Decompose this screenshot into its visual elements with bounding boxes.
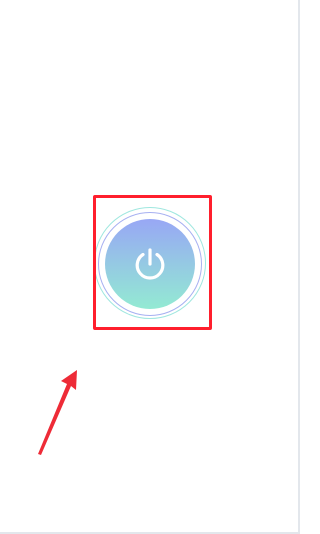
app-screen <box>0 0 300 534</box>
screen-edge-right <box>298 0 300 534</box>
highlight-box <box>93 195 212 330</box>
pointer-arrow <box>38 370 77 455</box>
